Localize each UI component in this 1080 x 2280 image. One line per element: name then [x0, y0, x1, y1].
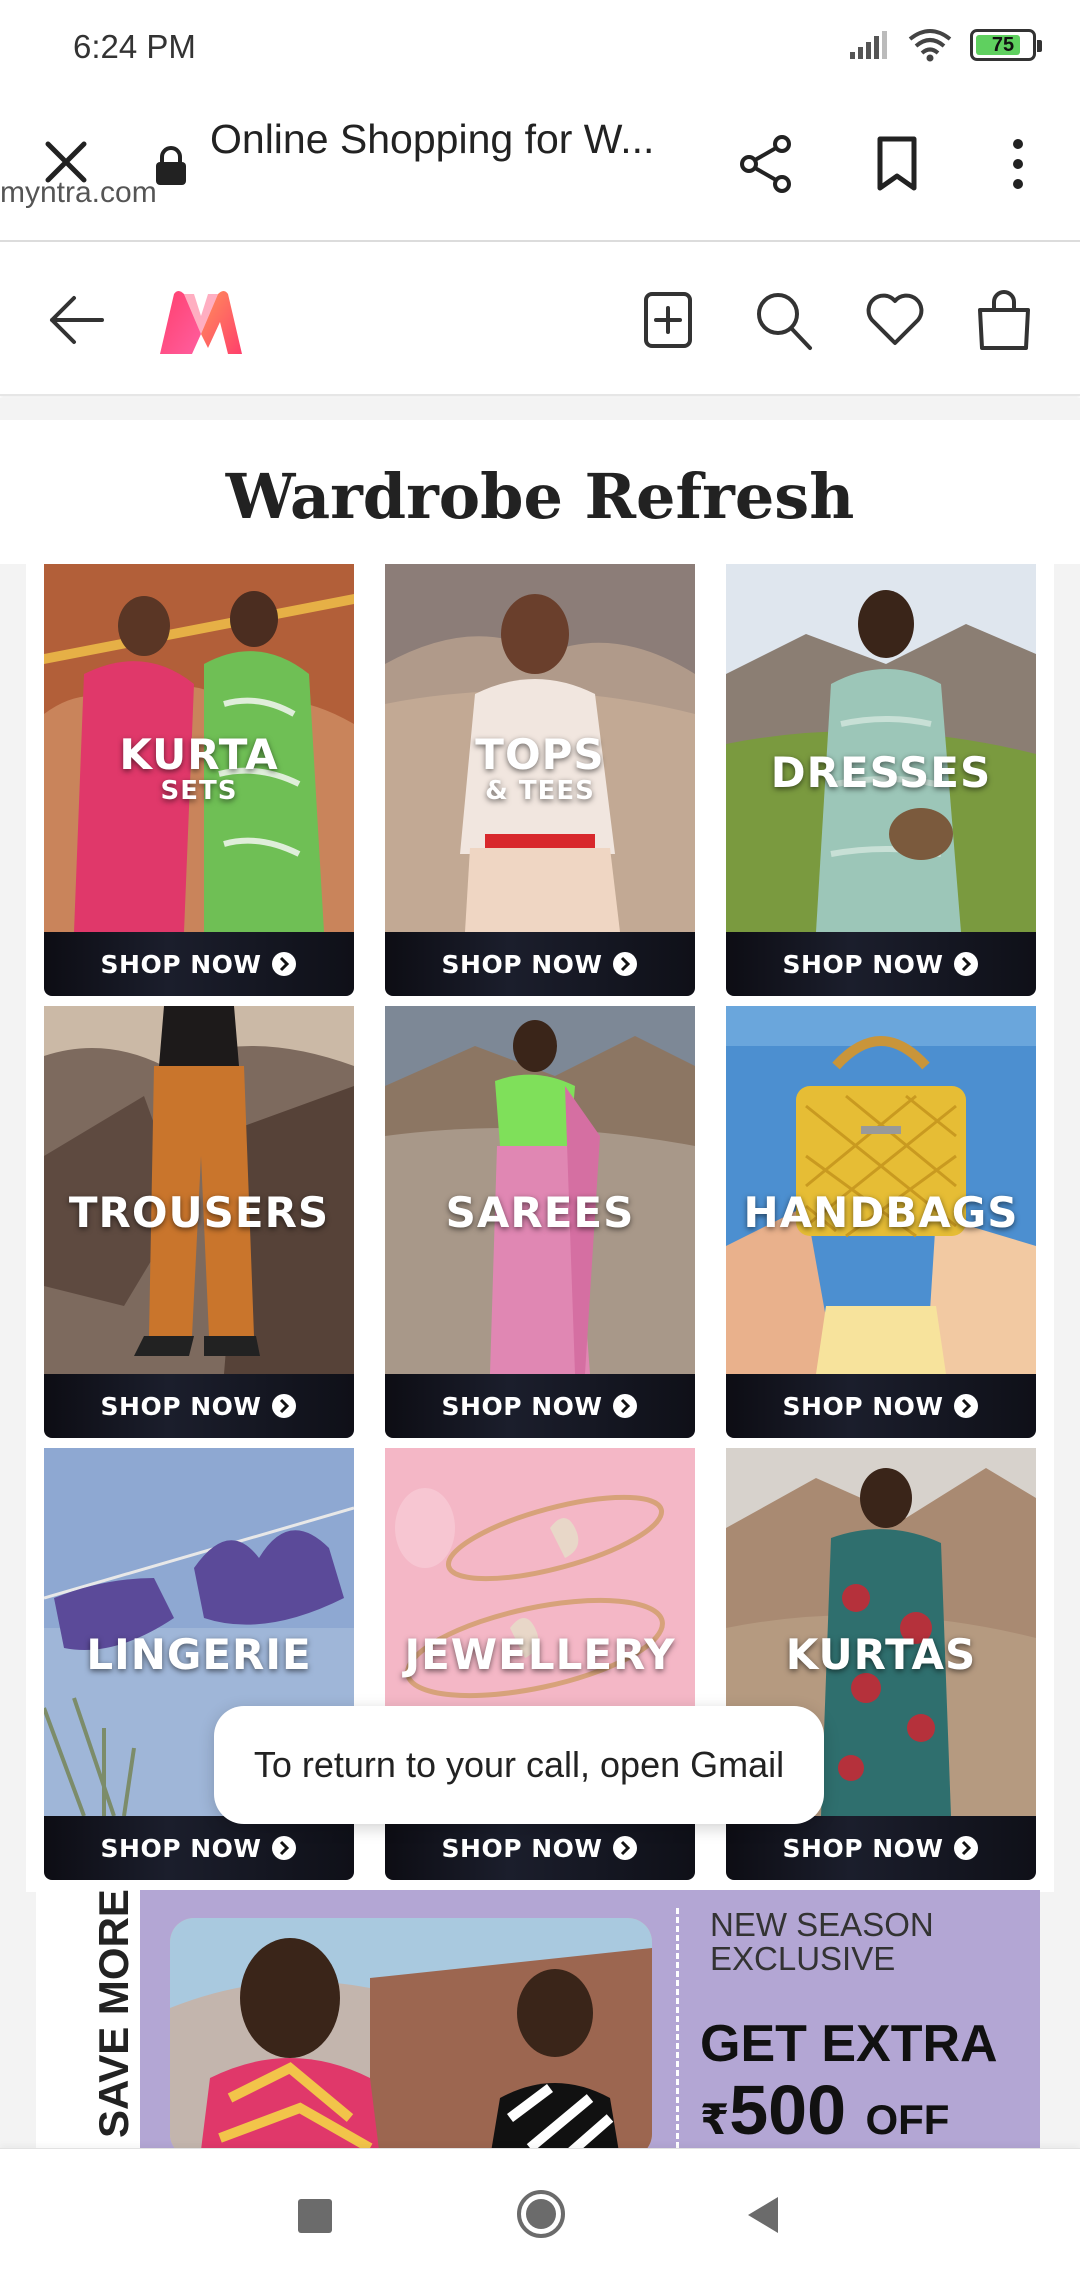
chevron-right-icon — [954, 1836, 979, 1860]
back-triangle-icon[interactable] — [744, 2195, 780, 2235]
shop-now-button[interactable]: SHOP NOW — [44, 1374, 354, 1438]
home-icon[interactable] — [516, 2189, 566, 2239]
app-header — [0, 244, 1080, 396]
category-label: JEWELLERY — [404, 1630, 676, 1679]
chevron-right-icon — [613, 1836, 638, 1860]
wifi-icon — [908, 29, 952, 62]
banner-tagline: NEW SEASON EXCLUSIVE — [710, 1906, 934, 1978]
banner-image — [170, 1918, 652, 2148]
status-bar: 6:24 PM 75 — [0, 0, 1080, 96]
toast-message: To return to your call, open Gmail — [214, 1706, 824, 1824]
shop-now-button[interactable]: SHOP NOW — [44, 1816, 354, 1880]
chevron-right-icon — [954, 952, 979, 976]
chevron-right-icon — [272, 1836, 297, 1860]
category-label: HANDBAGS — [743, 1188, 1019, 1237]
back-arrow-icon[interactable] — [44, 290, 108, 350]
promo-banner[interactable]: SAVE MORE NEW SEASON EXCLUSIVE GET EXTRA… — [36, 1890, 1040, 2148]
shopping-bag-icon[interactable] — [974, 288, 1034, 352]
chevron-right-icon — [954, 1394, 979, 1418]
recents-icon[interactable] — [298, 2199, 332, 2233]
wishlist-heart-icon[interactable] — [864, 288, 926, 350]
chevron-right-icon — [613, 1394, 638, 1418]
category-label: KURTA SETS — [119, 730, 279, 806]
shop-now-button[interactable]: SHOP NOW — [44, 932, 354, 996]
category-tile-handbags[interactable]: HANDBAGS SHOP NOW — [726, 1006, 1036, 1438]
shop-now-button[interactable]: SHOP NOW — [726, 1374, 1036, 1438]
lock-icon[interactable] — [154, 146, 188, 186]
bookmark-icon[interactable] — [872, 136, 922, 192]
shop-now-button[interactable]: SHOP NOW — [385, 932, 695, 996]
category-tile-tops-tees[interactable]: TOPS & TEES SHOP NOW — [385, 564, 695, 996]
search-icon[interactable] — [752, 288, 814, 352]
battery-level: 75 — [991, 33, 1015, 56]
banner-side-strip: SAVE MORE — [36, 1890, 140, 2148]
page-url[interactable]: myntra.com — [0, 176, 157, 210]
category-label: DRESSES — [770, 748, 992, 797]
category-tile-kurta-sets[interactable]: KURTA SETS SHOP NOW — [44, 564, 354, 996]
chevron-right-icon — [272, 1394, 297, 1418]
chevron-right-icon — [613, 952, 638, 976]
browser-toolbar: Online Shopping for W... myntra.com — [0, 96, 1080, 242]
shop-now-button[interactable]: SHOP NOW — [385, 1374, 695, 1438]
category-label: KURTAS — [785, 1630, 977, 1679]
section-title: Wardrobe Refresh — [225, 460, 855, 533]
battery-icon: 75 — [970, 29, 1042, 61]
banner-headline: GET EXTRA — [700, 2015, 998, 2073]
signal-icon — [850, 31, 887, 59]
banner-offer: ₹500 OFF — [700, 2071, 950, 2148]
section-header: Wardrobe Refresh — [0, 420, 1080, 564]
category-tile-dresses[interactable]: DRESSES SHOP NOW — [726, 564, 1036, 996]
status-time: 6:24 PM — [73, 28, 196, 65]
category-label: TROUSERS — [68, 1188, 330, 1237]
more-options-icon[interactable] — [1000, 136, 1036, 192]
banner-divider — [676, 1908, 679, 2148]
banner-main: NEW SEASON EXCLUSIVE GET EXTRA ₹500 OFF — [140, 1890, 1040, 2148]
system-nav-bar — [0, 2148, 1080, 2280]
myntra-logo[interactable] — [156, 286, 246, 358]
shop-now-button[interactable]: SHOP NOW — [726, 932, 1036, 996]
category-tile-trousers[interactable]: TROUSERS SHOP NOW — [44, 1006, 354, 1438]
status-icons: 75 — [848, 28, 1042, 62]
add-to-home-icon[interactable] — [638, 288, 698, 352]
category-label: TOPS & TEES — [475, 730, 605, 806]
page-title[interactable]: Online Shopping for W... — [210, 116, 654, 163]
category-grid: KURTA SETS SHOP NOW TOPS & TEES SHOP NOW — [26, 564, 1054, 1892]
chevron-right-icon — [272, 952, 297, 976]
category-label: SAREES — [445, 1188, 635, 1237]
shop-now-button[interactable]: SHOP NOW — [385, 1816, 695, 1880]
category-label: LINGERIE — [86, 1630, 312, 1679]
category-tile-sarees[interactable]: SAREES SHOP NOW — [385, 1006, 695, 1438]
share-icon[interactable] — [738, 134, 794, 194]
shop-now-button[interactable]: SHOP NOW — [726, 1816, 1036, 1880]
banner-side-text: SAVE MORE — [90, 1890, 137, 2138]
